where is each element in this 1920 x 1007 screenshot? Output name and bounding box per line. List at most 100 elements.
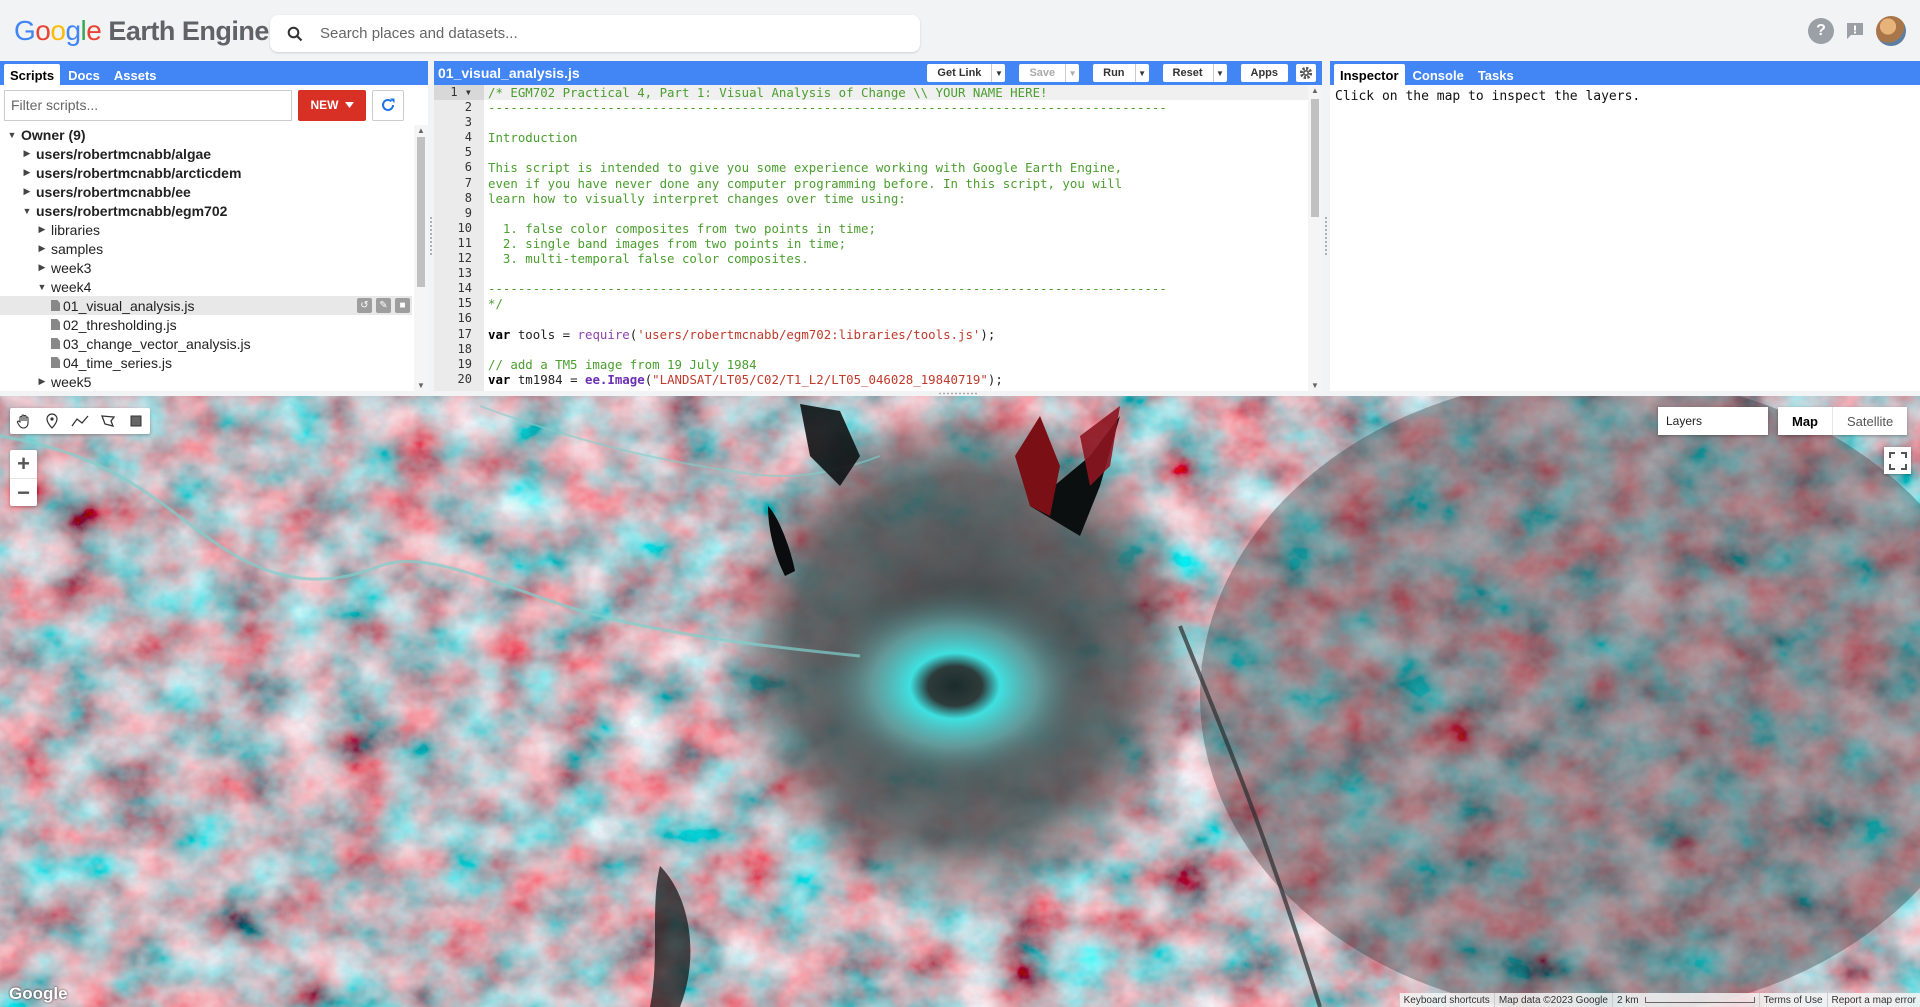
code-line[interactable]: 2. single band images from two points in…	[484, 236, 1308, 251]
folder-item[interactable]: ▶ samples	[0, 239, 412, 258]
apps-button[interactable]: Apps	[1240, 64, 1288, 82]
code-area[interactable]: /* EGM702 Practical 4, Part 1: Visual An…	[484, 85, 1308, 391]
code-line[interactable]: 1. false color composites from two point…	[484, 221, 1308, 236]
right-splitter[interactable]	[1322, 61, 1330, 391]
code-line[interactable]	[484, 145, 1308, 160]
line-tool-icon[interactable]	[66, 408, 94, 434]
folder-item[interactable]: ▶ users/robertmcnabb/algae	[0, 144, 412, 163]
script-file-item[interactable]: 01_visual_analysis.js ↺ ✎ ■	[0, 296, 412, 315]
caret-down-icon[interactable]: ▼	[1212, 64, 1227, 82]
delete-icon[interactable]: ■	[395, 298, 410, 313]
report-map-error-link[interactable]: Report a map error	[1826, 993, 1920, 1007]
code-line[interactable]: var tools = require('users/robertmcnabb/…	[484, 327, 1308, 342]
caret-right-icon[interactable]: ▶	[36, 243, 48, 254]
code-line[interactable]: even if you have never done any computer…	[484, 176, 1308, 191]
code-line[interactable]: Introduction	[484, 130, 1308, 145]
rename-icon[interactable]: ✎	[376, 298, 391, 313]
folder-item[interactable]: ▶ week3	[0, 258, 412, 277]
caret-right-icon[interactable]: ▶	[21, 186, 33, 197]
splitter-handle[interactable]	[429, 216, 433, 256]
tab-console[interactable]: Console	[1407, 64, 1470, 85]
code-line[interactable]: */	[484, 296, 1308, 311]
caret-down-icon[interactable]: ▼	[1065, 64, 1079, 82]
caret-right-icon[interactable]: ▶	[36, 376, 48, 387]
zoom-out-button[interactable]: −	[10, 478, 37, 506]
code-line[interactable]	[484, 342, 1308, 357]
new-button[interactable]: NEW	[298, 89, 366, 121]
code-line[interactable]: var tm1984 = ee.Image("LANDSAT/LT05/C02/…	[484, 372, 1308, 387]
map-type-satellite[interactable]: Satellite	[1832, 407, 1908, 435]
code-editor[interactable]: 1 ▾ 2 3 4 5 6 7 8 9 10 11 12 13 14 15 16 17 18 19 20 /* EGM…	[434, 85, 1322, 391]
terms-of-use-link[interactable]: Terms of Use	[1758, 993, 1827, 1007]
folder-item[interactable]: ▶ libraries	[0, 220, 412, 239]
tab-tasks[interactable]: Tasks	[1472, 64, 1520, 85]
help-icon[interactable]: ?	[1808, 18, 1834, 44]
code-line[interactable]	[484, 266, 1308, 281]
code-line[interactable]: This script is intended to give you some…	[484, 160, 1308, 175]
tab-docs[interactable]: Docs	[62, 64, 106, 85]
zoom-in-button[interactable]: +	[10, 450, 37, 478]
caret-right-icon[interactable]: ▶	[36, 224, 48, 235]
splitter-handle[interactable]	[1324, 216, 1328, 256]
code-line[interactable]: /* EGM702 Practical 4, Part 1: Visual An…	[484, 85, 1308, 101]
folder-item[interactable]: ▼ users/robertmcnabb/egm702	[0, 201, 412, 220]
reset-button[interactable]: Reset ▼	[1162, 64, 1227, 82]
caret-down-icon[interactable]: ▼	[21, 206, 33, 216]
folder-item[interactable]: ▶ users/robertmcnabb/arcticdem	[0, 163, 412, 182]
tab-inspector[interactable]: Inspector	[1334, 64, 1405, 85]
code-line[interactable]: ----------------------------------------…	[484, 100, 1308, 115]
scroll-down-icon[interactable]: ▼	[1311, 381, 1319, 390]
avatar[interactable]	[1876, 16, 1906, 46]
code-line[interactable]: learn how to visually interpret changes …	[484, 191, 1308, 206]
folder-item[interactable]: ▶ week5	[0, 372, 412, 390]
scale-bar[interactable]: 2 km	[1611, 993, 1759, 1007]
code-line[interactable]: ----------------------------------------…	[484, 281, 1308, 296]
scroll-up-icon[interactable]: ▲	[417, 126, 425, 135]
script-file-item[interactable]: 03_change_vector_analysis.js	[0, 334, 412, 353]
map-type-map[interactable]: Map	[1778, 407, 1832, 435]
code-line[interactable]: 3. multi-temporal false color composites…	[484, 251, 1308, 266]
code-line[interactable]: // add a TM5 image from 19 July 1984	[484, 357, 1308, 372]
caret-right-icon[interactable]: ▶	[21, 148, 33, 159]
polygon-tool-icon[interactable]	[94, 408, 122, 434]
run-button[interactable]: Run ▼	[1093, 64, 1149, 82]
save-button[interactable]: Save ▼	[1019, 64, 1080, 82]
editor-scrollbar[interactable]: ▲ ▼	[1308, 85, 1322, 391]
earth-engine-logo[interactable]: Google Earth Engine	[14, 14, 269, 48]
code-line[interactable]	[484, 311, 1308, 326]
script-file-item[interactable]: 04_time_series.js	[0, 353, 412, 372]
script-title[interactable]: 01_visual_analysis.js	[438, 65, 580, 81]
search-input[interactable]	[320, 25, 890, 42]
layers-dropdown[interactable]: Layers	[1658, 407, 1768, 435]
code-line[interactable]	[484, 206, 1308, 221]
script-file-item[interactable]: 02_thresholding.js	[0, 315, 412, 334]
filter-scripts-input[interactable]	[4, 89, 292, 121]
search-box[interactable]	[270, 15, 920, 52]
caret-right-icon[interactable]: ▶	[36, 262, 48, 273]
get-link-button[interactable]: Get Link ▼	[927, 64, 1006, 82]
tab-assets[interactable]: Assets	[108, 64, 163, 85]
keyboard-shortcuts-link[interactable]: Keyboard shortcuts	[1398, 993, 1494, 1007]
caret-down-icon[interactable]: ▼	[991, 64, 1005, 82]
rectangle-tool-icon[interactable]	[122, 408, 150, 434]
scroll-down-icon[interactable]: ▼	[417, 381, 425, 390]
caret-down-icon[interactable]: ▼	[36, 282, 48, 292]
marker-tool-icon[interactable]	[38, 408, 66, 434]
settings-button[interactable]	[1296, 64, 1316, 82]
tree-scrollbar[interactable]: ▲ ▼	[414, 125, 428, 391]
scroll-up-icon[interactable]: ▲	[1311, 86, 1319, 95]
history-icon[interactable]: ↺	[357, 298, 372, 313]
refresh-button[interactable]	[372, 89, 404, 121]
caret-down-icon[interactable]: ▼	[6, 130, 18, 140]
caret-down-icon[interactable]: ▼	[1134, 64, 1149, 82]
splitter-handle[interactable]	[938, 392, 978, 395]
scrollbar-thumb[interactable]	[1311, 99, 1319, 217]
map-view[interactable]: + − Layers Map Satellite Google Keyboard …	[0, 396, 1920, 1007]
feedback-icon[interactable]	[1842, 18, 1868, 44]
folder-item[interactable]: ▶ users/robertmcnabb/ee	[0, 182, 412, 201]
tab-scripts[interactable]: Scripts	[4, 64, 61, 85]
fullscreen-button[interactable]	[1884, 447, 1911, 474]
code-line[interactable]	[484, 115, 1308, 130]
caret-right-icon[interactable]: ▶	[21, 167, 33, 178]
hand-pan-icon[interactable]	[10, 408, 38, 434]
